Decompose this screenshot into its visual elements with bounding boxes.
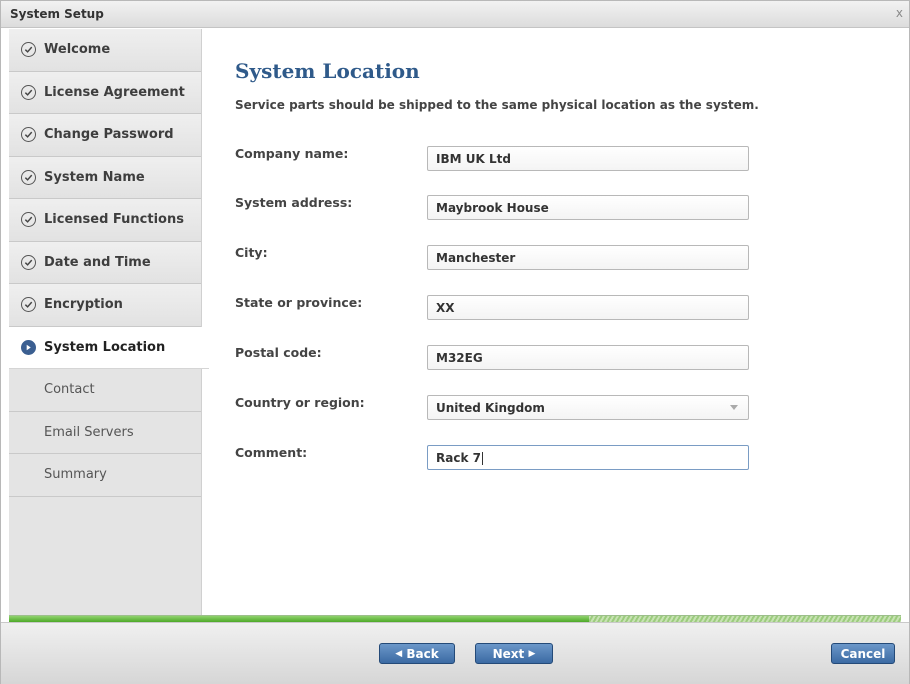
back-button-label: Back	[406, 646, 439, 661]
wizard-steps-sidebar: Welcome License Agreement Change Passwor…	[9, 29, 209, 615]
step-date-and-time[interactable]: Date and Time	[9, 241, 201, 284]
step-label: Email Servers	[44, 424, 134, 440]
postal-code-input[interactable]: M32EG	[427, 345, 749, 370]
company-name-label: Company name:	[235, 146, 349, 161]
system-address-row: System address: Maybrook House	[235, 195, 755, 221]
step-welcome[interactable]: Welcome	[9, 29, 201, 72]
cancel-button[interactable]: Cancel	[831, 643, 895, 664]
step-encryption[interactable]: Encryption	[9, 284, 201, 327]
postal-code-row: Postal code: M32EG	[235, 345, 755, 371]
system-setup-window: System Setup x Welcome License Agreement…	[0, 0, 910, 684]
next-button[interactable]: Next ▶	[475, 643, 553, 664]
step-system-name[interactable]: System Name	[9, 156, 201, 199]
check-circle-icon	[21, 169, 36, 185]
check-circle-icon	[21, 297, 36, 313]
page-subtitle: Service parts should be shipped to the s…	[235, 98, 759, 112]
check-circle-icon	[21, 84, 36, 100]
comment-row: Comment: Rack 7	[235, 445, 755, 471]
step-label: Welcome	[44, 42, 111, 58]
step-license-agreement[interactable]: License Agreement	[9, 71, 201, 114]
step-system-location[interactable]: System Location	[9, 326, 209, 369]
step-label: Date and Time	[44, 254, 151, 270]
step-label: Summary	[44, 467, 107, 483]
sidebar-empty-area	[9, 496, 201, 611]
system-address-label: System address:	[235, 195, 353, 210]
next-button-label: Next	[492, 646, 525, 661]
window-title: System Setup	[10, 7, 104, 21]
check-circle-icon	[21, 42, 36, 58]
city-input[interactable]: Manchester	[427, 245, 749, 270]
step-summary: Summary	[9, 454, 201, 497]
country-row: Country or region: United Kingdom	[235, 395, 755, 421]
step-label: Licensed Functions	[44, 212, 184, 228]
chevron-down-icon	[730, 405, 738, 410]
close-icon[interactable]: x	[896, 6, 903, 20]
state-input[interactable]: XX	[427, 295, 749, 320]
company-name-row: Company name: IBM UK Ltd	[235, 146, 755, 172]
step-licensed-functions[interactable]: Licensed Functions	[9, 199, 201, 242]
triangle-right-icon: ▶	[528, 648, 536, 659]
triangle-left-icon: ◀	[395, 648, 403, 659]
comment-input-value: Rack 7	[436, 451, 481, 465]
cancel-button-label: Cancel	[840, 646, 886, 661]
country-select[interactable]: United Kingdom	[427, 395, 749, 420]
back-button[interactable]: ◀ Back	[379, 643, 455, 664]
wizard-footer: ◀ Back Next ▶ Cancel	[1, 622, 909, 684]
step-label: Change Password	[44, 127, 174, 143]
step-label: Encryption	[44, 297, 123, 313]
step-label: System Location	[44, 339, 166, 355]
company-name-input[interactable]: IBM UK Ltd	[427, 146, 749, 171]
page-title: System Location	[235, 59, 420, 83]
country-label: Country or region:	[235, 395, 365, 410]
check-circle-icon	[21, 127, 36, 143]
wizard-progress-bar	[9, 615, 901, 622]
state-label: State or province:	[235, 295, 363, 310]
state-row: State or province: XX	[235, 295, 755, 321]
country-select-value: United Kingdom	[436, 401, 545, 415]
step-label: System Name	[44, 169, 145, 185]
step-change-password[interactable]: Change Password	[9, 114, 201, 157]
arrow-circle-icon	[21, 339, 36, 355]
check-circle-icon	[21, 212, 36, 228]
city-label: City:	[235, 245, 268, 260]
title-bar: System Setup x	[1, 1, 909, 28]
system-address-input[interactable]: Maybrook House	[427, 195, 749, 220]
comment-label: Comment:	[235, 445, 308, 460]
step-label: Contact	[44, 382, 95, 398]
step-email-servers: Email Servers	[9, 411, 201, 454]
postal-code-label: Postal code:	[235, 345, 322, 360]
step-contact: Contact	[9, 369, 201, 412]
step-label: License Agreement	[44, 84, 185, 100]
comment-input[interactable]: Rack 7	[427, 445, 749, 470]
text-caret	[481, 452, 483, 465]
city-row: City: Manchester	[235, 245, 755, 271]
check-circle-icon	[21, 254, 36, 270]
